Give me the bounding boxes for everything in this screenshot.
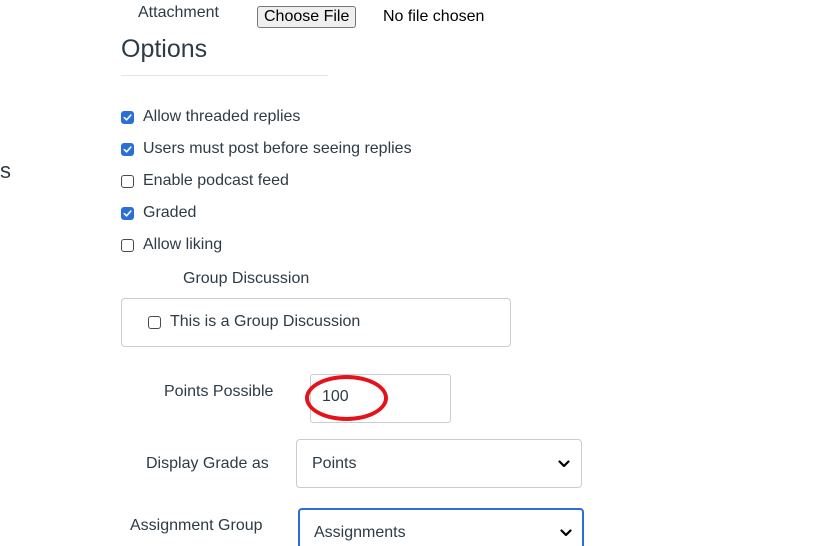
- chevron-down-icon: [558, 459, 570, 468]
- assignment-group-select[interactable]: Assignments: [298, 508, 584, 546]
- chevron-down-icon: [560, 528, 572, 537]
- group-discussion-label: Group Discussion: [183, 270, 310, 287]
- group-discussion-checkbox[interactable]: This is a Group Discussion: [148, 312, 360, 332]
- users-must-post-checkbox[interactable]: Users must post before seeing replies: [121, 139, 412, 159]
- checkbox-label: Users must post before seeing replies: [143, 140, 412, 157]
- points-possible-value[interactable]: 100: [322, 388, 349, 406]
- display-grade-selected-value: Points: [312, 454, 357, 472]
- options-divider: [121, 75, 328, 76]
- attachment-label: Attachment: [138, 4, 219, 21]
- checkbox-label: Enable podcast feed: [143, 172, 289, 189]
- assignment-group-label: Assignment Group: [130, 517, 263, 534]
- checkbox-label: Allow liking: [143, 236, 223, 253]
- checkmark-icon[interactable]: [121, 110, 134, 124]
- allow-threaded-replies-checkbox[interactable]: Allow threaded replies: [121, 107, 300, 127]
- checkbox-label: This is a Group Discussion: [170, 313, 361, 330]
- checkbox-box[interactable]: [121, 174, 134, 188]
- display-grade-select[interactable]: Points: [296, 439, 582, 488]
- points-possible-label: Points Possible: [164, 383, 274, 400]
- allow-liking-checkbox[interactable]: Allow liking: [121, 235, 222, 255]
- file-status-text: No file chosen: [383, 8, 485, 25]
- cropped-label-fragment: s: [0, 158, 11, 183]
- choose-file-button[interactable]: Choose File: [257, 6, 357, 28]
- checkbox-box[interactable]: [121, 238, 134, 252]
- checkmark-icon[interactable]: [121, 142, 134, 156]
- checkmark-icon[interactable]: [121, 206, 134, 220]
- graded-checkbox[interactable]: Graded: [121, 203, 196, 223]
- checkbox-label: Allow threaded replies: [143, 108, 301, 125]
- display-grade-label: Display Grade as: [146, 455, 269, 472]
- assignment-group-selected-value: Assignments: [314, 523, 406, 541]
- enable-podcast-feed-checkbox[interactable]: Enable podcast feed: [121, 171, 289, 191]
- checkbox-box[interactable]: [148, 315, 161, 329]
- checkbox-label: Graded: [143, 204, 197, 221]
- options-heading: Options: [121, 35, 208, 63]
